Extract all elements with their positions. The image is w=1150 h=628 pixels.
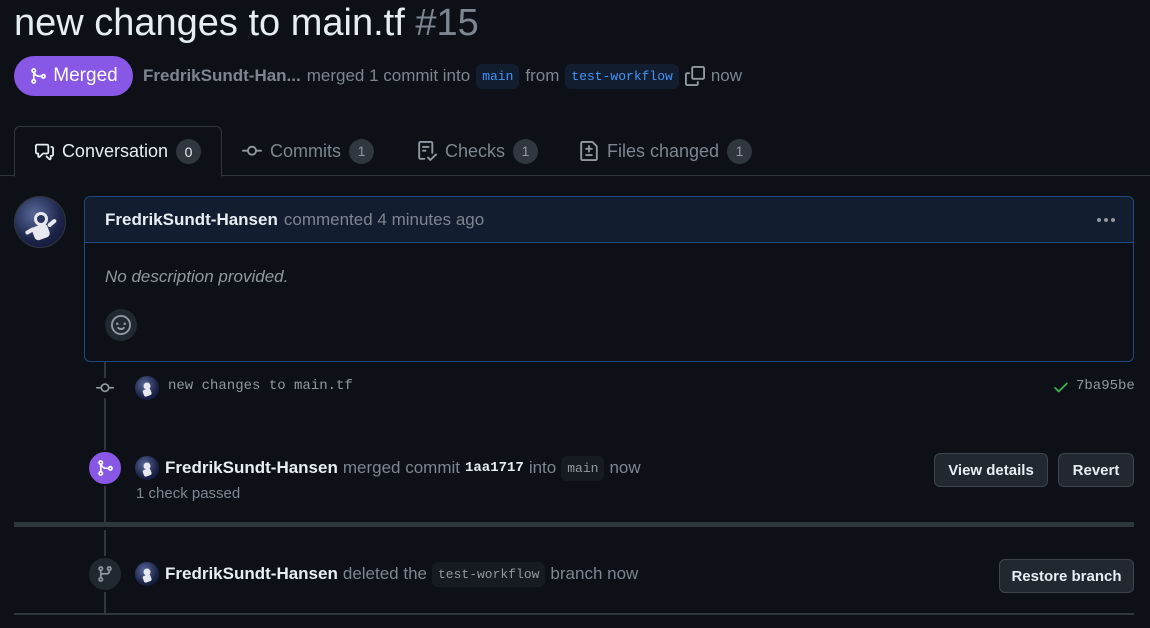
tab-label: Commits [270, 140, 341, 161]
from-text: from [525, 66, 560, 85]
pr-number: #15 [415, 2, 479, 44]
state-label: Merged [53, 65, 118, 86]
delete-branch-event-text: FredrikSundt-Hansen deleted the test-wor… [165, 561, 638, 587]
delete-suffix: branch now [550, 564, 639, 583]
commit-message-link[interactable]: new changes to main.tf [168, 378, 353, 394]
pr-tabs: Conversation 0 Commits 1 Checks 1 Files … [0, 126, 1150, 177]
deleted-branch-name: test-workflow [432, 561, 546, 587]
pr-description-comment: FredrikSundt-Hansen commented 4 minutes … [84, 196, 1134, 362]
avatar[interactable] [135, 456, 159, 480]
merge-time[interactable]: now [609, 458, 640, 478]
avatar[interactable] [135, 376, 159, 400]
tab-label: Conversation [61, 141, 168, 161]
tab-files-changed[interactable]: Files changed 1 [559, 126, 772, 176]
smiley-icon [111, 315, 131, 335]
merge-action: merged commit [342, 458, 460, 477]
checklist-icon [418, 141, 437, 161]
comment-author[interactable]: FredrikSundt-Hansen [105, 210, 278, 230]
tab-commits[interactable]: Commits 1 [222, 126, 394, 176]
git-commit-icon [95, 378, 115, 398]
tab-counter: 1 [727, 138, 753, 164]
pr-author-link[interactable]: FredrikSundt-Han... [143, 66, 301, 86]
commit-sha-link[interactable]: 7ba95be [1076, 378, 1135, 394]
avatar[interactable] [135, 562, 159, 586]
tab-counter: 1 [349, 138, 374, 164]
tab-counter: 1 [513, 138, 539, 164]
pr-title: new changes to main.tf #15 [14, 2, 479, 45]
delete-author-link[interactable]: FredrikSundt-Hansen [165, 564, 338, 584]
merge-commit-sha-link[interactable]: 1aa1717 [465, 460, 524, 476]
base-branch[interactable]: main [476, 63, 520, 89]
merge-author-link[interactable]: FredrikSundt-Hansen [165, 458, 338, 478]
comment-discussion-icon [35, 143, 54, 160]
pr-time: now [710, 66, 743, 85]
merge-icon [31, 68, 47, 84]
copy-icon[interactable] [684, 66, 705, 86]
timeline-divider [14, 613, 1134, 615]
view-details-button[interactable]: View details [934, 453, 1048, 487]
add-reaction-button[interactable] [105, 309, 137, 341]
tab-conversation[interactable]: Conversation 0 [14, 126, 222, 177]
tab-checks[interactable]: Checks 1 [397, 126, 558, 176]
git-branch-icon [87, 556, 123, 592]
merge-event-text: FredrikSundt-Hansen merged commit 1aa171… [165, 455, 641, 481]
git-commit-icon [242, 145, 262, 156]
restore-branch-button[interactable]: Restore branch [999, 559, 1134, 593]
head-branch[interactable]: test-workflow [565, 63, 679, 89]
delete-action: deleted the [342, 564, 427, 583]
comment-meta[interactable]: commented 4 minutes ago [284, 210, 484, 230]
pr-title-text: new changes to main.tf [14, 2, 405, 44]
comment-body: No description provided. [105, 267, 289, 286]
merged-text: merged 1 commit into [306, 66, 471, 85]
merge-into-text: into [528, 458, 557, 477]
tab-counter: 0 [176, 139, 201, 164]
tab-label: Checks [445, 140, 506, 161]
timeline-divider [14, 522, 1134, 527]
pr-meta: FredrikSundt-Han... merged 1 commit into… [143, 60, 742, 92]
check-icon[interactable] [1052, 378, 1070, 396]
checks-passed-link[interactable]: 1 check passed [136, 485, 240, 502]
kebab-menu-icon[interactable] [1093, 208, 1119, 232]
merge-event-icon [87, 450, 123, 486]
merged-state-badge: Merged [14, 56, 133, 96]
revert-button[interactable]: Revert [1058, 453, 1134, 487]
merge-target-branch[interactable]: main [561, 455, 605, 481]
file-diff-icon [580, 141, 598, 161]
author-avatar[interactable] [14, 196, 66, 248]
comment-header: FredrikSundt-Hansen commented 4 minutes … [85, 197, 1133, 243]
tab-label: Files changed [607, 140, 720, 161]
